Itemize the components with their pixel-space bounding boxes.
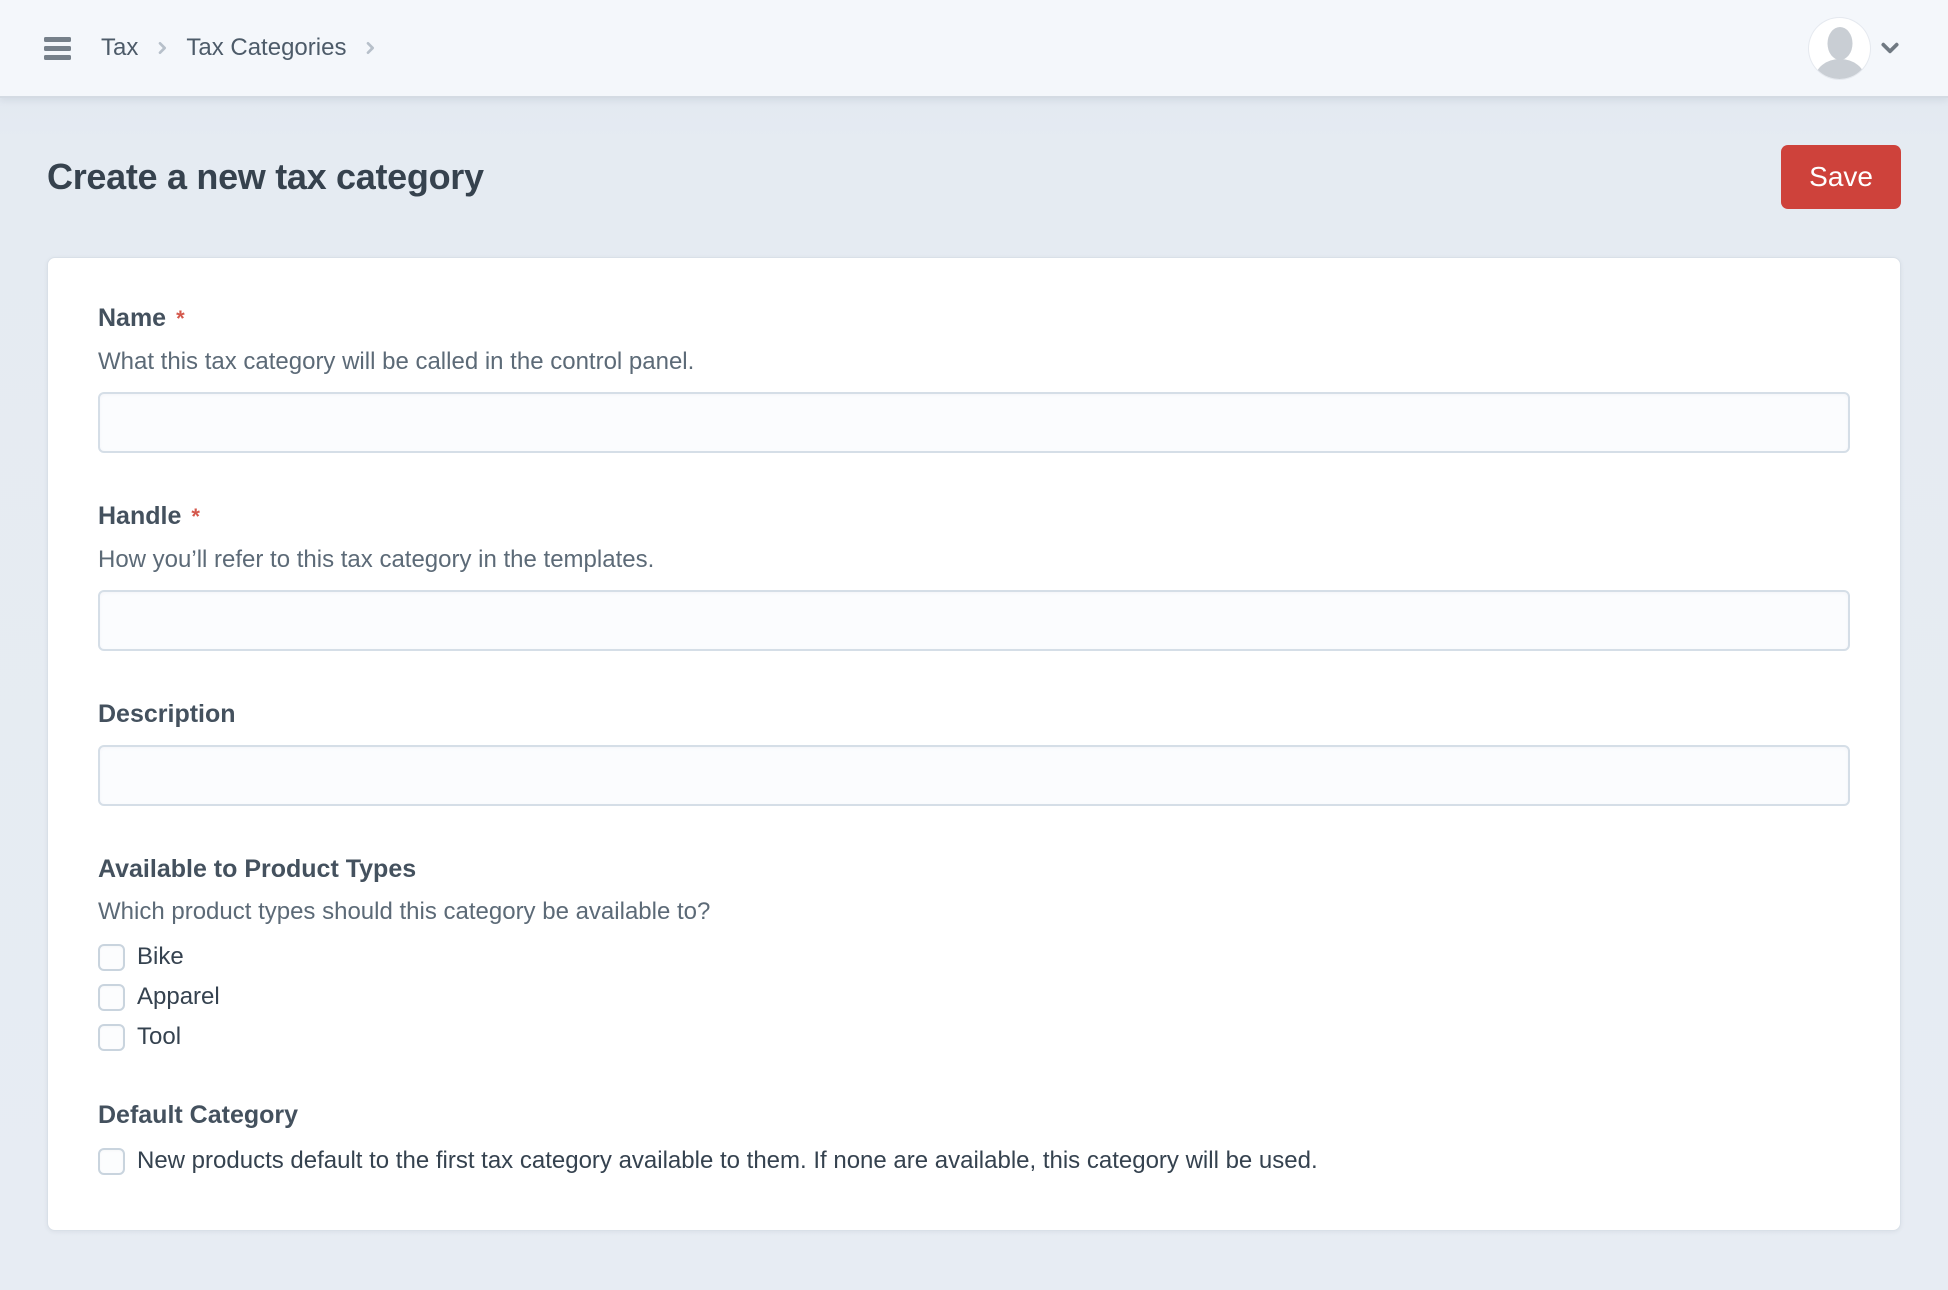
- default-category-checkbox[interactable]: [98, 1148, 125, 1175]
- checkbox-row-default: New products default to the first tax ca…: [98, 1146, 1850, 1176]
- default-category-checkbox-label: New products default to the first tax ca…: [137, 1146, 1318, 1176]
- chevron-down-icon[interactable]: [1880, 41, 1900, 55]
- product-types-label: Available to Product Types: [98, 854, 416, 884]
- main-content: Create a new tax category Save Name * Wh…: [0, 144, 1948, 1231]
- apparel-checkbox[interactable]: [98, 984, 125, 1011]
- menu-bar: [44, 46, 71, 51]
- tool-checkbox-label: Tool: [137, 1022, 181, 1052]
- handle-input[interactable]: [98, 590, 1850, 651]
- breadcrumb-tax[interactable]: Tax: [101, 36, 138, 60]
- save-button[interactable]: Save: [1781, 145, 1901, 209]
- field-description: Description: [98, 699, 1850, 806]
- page-title: Create a new tax category: [47, 156, 484, 198]
- chevron-right-icon: [362, 40, 378, 56]
- avatar-silhouette: [1827, 27, 1852, 60]
- menu-bar: [44, 55, 71, 60]
- menu-icon[interactable]: [44, 37, 71, 60]
- top-bar: Tax Tax Categories: [0, 0, 1948, 98]
- description-label: Description: [98, 699, 236, 729]
- breadcrumb-tax-categories[interactable]: Tax Categories: [186, 36, 346, 60]
- checkbox-row-bike: Bike: [98, 942, 1850, 972]
- apparel-checkbox-label: Apparel: [137, 982, 220, 1012]
- name-input[interactable]: [98, 392, 1850, 453]
- bike-checkbox[interactable]: [98, 944, 125, 971]
- breadcrumb: Tax Tax Categories: [101, 36, 394, 60]
- form-card: Name * What this tax category will be ca…: [47, 257, 1901, 1231]
- product-types-instructions: Which product types should this category…: [98, 897, 1850, 927]
- name-instructions: What this tax category will be called in…: [98, 347, 1850, 377]
- checkbox-row-apparel: Apparel: [98, 982, 1850, 1012]
- avatar[interactable]: [1809, 18, 1870, 79]
- checkbox-row-tool: Tool: [98, 1022, 1850, 1052]
- field-handle: Handle * How you’ll refer to this tax ca…: [98, 501, 1850, 651]
- chevron-right-icon: [154, 40, 170, 56]
- name-label: Name: [98, 303, 166, 333]
- required-asterisk: *: [176, 304, 185, 334]
- default-category-label: Default Category: [98, 1100, 298, 1130]
- handle-label: Handle: [98, 501, 181, 531]
- avatar-silhouette: [1815, 59, 1865, 79]
- bike-checkbox-label: Bike: [137, 942, 184, 972]
- handle-instructions: How you’ll refer to this tax category in…: [98, 545, 1850, 575]
- tool-checkbox[interactable]: [98, 1024, 125, 1051]
- field-default-category: Default Category New products default to…: [98, 1100, 1850, 1176]
- description-input[interactable]: [98, 745, 1850, 806]
- field-name: Name * What this tax category will be ca…: [98, 303, 1850, 453]
- field-product-types: Available to Product Types Which product…: [98, 854, 1850, 1052]
- account-menu[interactable]: [1809, 18, 1900, 79]
- menu-bar: [44, 37, 71, 42]
- page-head: Create a new tax category Save: [47, 144, 1901, 209]
- required-asterisk: *: [191, 502, 200, 532]
